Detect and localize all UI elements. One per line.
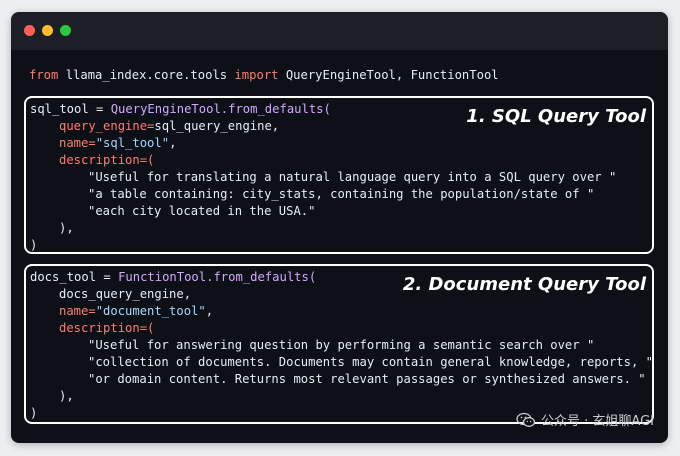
- code-line: description=(: [59, 153, 155, 167]
- code-line: "or domain content. Returns most relevan…: [88, 372, 646, 386]
- watermark-text: 公众号 · 玄姐聊AGI: [541, 414, 654, 429]
- code-line: "Useful for answering question by perfor…: [88, 338, 595, 352]
- code-line: description=(: [59, 321, 155, 335]
- minimize-button[interactable]: [42, 25, 53, 36]
- code-line: "each city located in the USA.": [88, 204, 316, 218]
- wechat-icon: [516, 412, 536, 427]
- import-keyword: import: [234, 68, 279, 82]
- docs-tool-label: 2. Document Query Tool: [402, 274, 646, 295]
- imported-names: QueryEngineTool, FunctionTool: [278, 68, 499, 82]
- code-line: docs_tool = FunctionTool.from_defaults(: [30, 270, 317, 284]
- code-line: docs_query_engine,: [59, 287, 192, 301]
- code-line: ): [30, 406, 38, 420]
- code-line: sql_tool = QueryEngineTool.from_defaults…: [30, 102, 331, 116]
- maximize-button[interactable]: [60, 25, 71, 36]
- import-line: from llama_index.core.tools import Query…: [29, 67, 499, 84]
- code-line: "Useful for translating a natural langua…: [88, 170, 617, 184]
- code-line: query_engine=sql_query_engine,: [59, 119, 280, 133]
- code-line: "collection of documents. Documents may …: [88, 355, 653, 369]
- code-line: name="document_tool",: [59, 304, 214, 318]
- code-window: from llama_index.core.tools import Query…: [11, 12, 668, 443]
- code-line: ),: [59, 389, 74, 403]
- docs-tool-box: 2. Document Query Tool docs_tool = Funct…: [24, 264, 654, 424]
- window-titlebar: [11, 12, 668, 50]
- watermark: 公众号 · 玄姐聊AGI: [516, 410, 654, 429]
- code-line: "a table containing: city_stats, contain…: [88, 187, 595, 201]
- module-name: llama_index.core.tools: [58, 68, 235, 82]
- from-keyword: from: [29, 68, 59, 82]
- sql-tool-box: 1. SQL Query Tool sql_tool = QueryEngine…: [24, 96, 654, 254]
- code-line: ): [30, 238, 38, 252]
- code-line: ),: [59, 221, 74, 235]
- close-button[interactable]: [24, 25, 35, 36]
- code-line: name="sql_tool",: [59, 136, 177, 150]
- sql-tool-label: 1. SQL Query Tool: [466, 106, 646, 127]
